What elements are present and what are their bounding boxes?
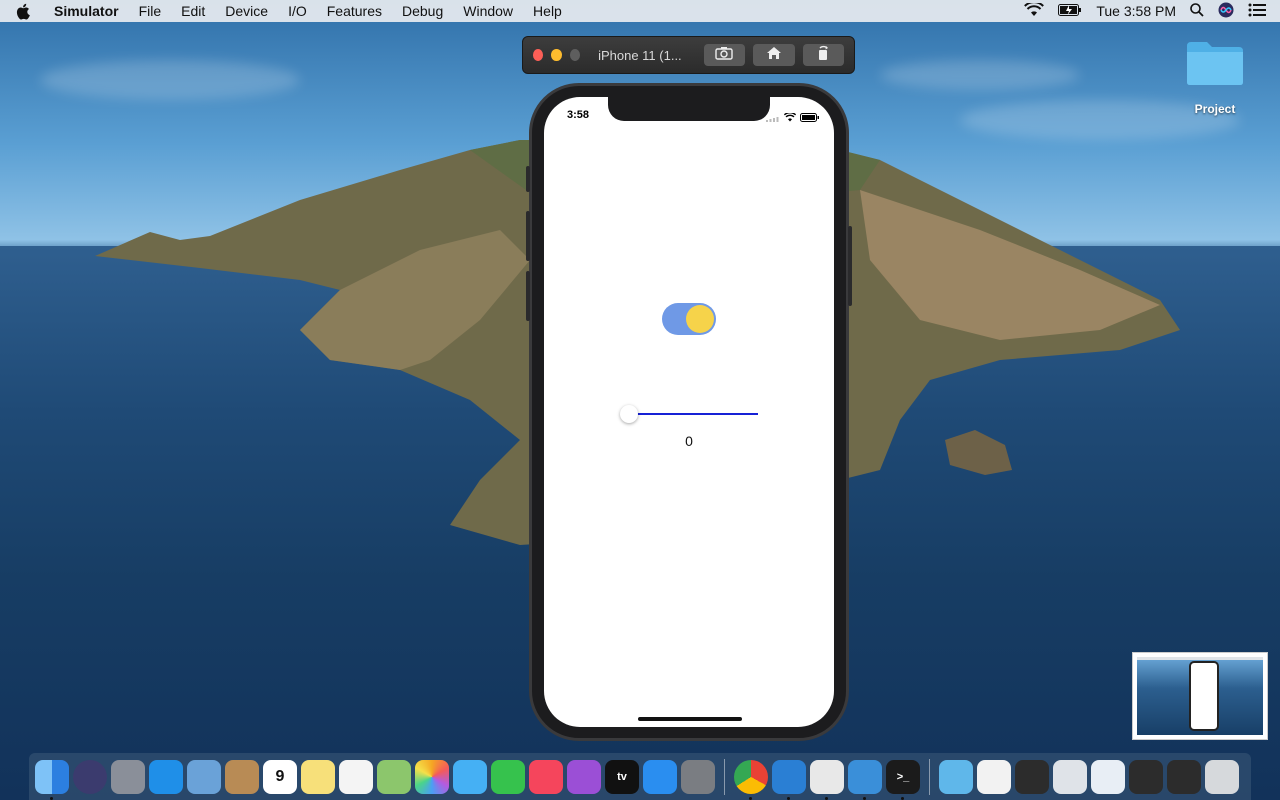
dock-app-launchpad[interactable]	[111, 759, 145, 794]
dock-app-chrome[interactable]	[734, 759, 768, 800]
status-bar-time: 3:58	[567, 109, 590, 121]
menu-file[interactable]: File	[129, 0, 172, 22]
dock-app-system-preferences[interactable]	[681, 759, 715, 794]
dock-app-safari[interactable]	[149, 759, 183, 794]
menu-features[interactable]: Features	[317, 0, 392, 22]
screenshot-button[interactable]	[703, 44, 746, 66]
home-button[interactable]	[753, 44, 795, 66]
dock-app-window-thumb-3[interactable]	[1091, 759, 1125, 794]
dock-app-maps[interactable]	[377, 759, 411, 794]
menu-app-name[interactable]: Simulator	[44, 0, 129, 22]
dock-app-folder-stack[interactable]	[939, 759, 973, 794]
dock-app-app-store[interactable]	[643, 759, 677, 794]
dock-app-podcasts[interactable]	[567, 759, 601, 794]
dock-app-textedit[interactable]	[810, 759, 844, 800]
calendar-icon: 9	[275, 767, 285, 785]
menu-help[interactable]: Help	[523, 0, 572, 22]
dock-app-window-thumb-5[interactable]	[1167, 759, 1201, 794]
screenshot-thumbnail[interactable]	[1132, 652, 1268, 740]
apple-menu-icon[interactable]	[0, 3, 44, 20]
dock-app-window-thumb-1[interactable]	[1015, 759, 1049, 794]
dock-app-facetime[interactable]	[491, 759, 525, 794]
home-indicator[interactable]	[638, 717, 742, 721]
slider-value-label: 0	[685, 433, 693, 449]
dock-app-apple-tv[interactable]: tv	[605, 759, 639, 794]
dock-app-notes[interactable]	[301, 759, 335, 794]
toggle-switch[interactable]	[662, 303, 716, 335]
menu-window[interactable]: Window	[453, 0, 523, 22]
desktop-folder-project[interactable]: Project	[1180, 38, 1250, 116]
dock-app-vscode[interactable]	[772, 759, 806, 800]
toggle-knob	[686, 305, 714, 333]
dock-separator	[724, 758, 725, 795]
terminal-icon: >_	[896, 770, 910, 783]
running-indicator	[863, 796, 866, 800]
running-indicator	[749, 796, 752, 800]
dock-app-contacts[interactable]	[225, 759, 259, 794]
dock-app-window-thumb-4[interactable]	[1129, 759, 1163, 794]
dock-app-messages[interactable]	[453, 759, 487, 794]
minimize-window-button[interactable]	[551, 49, 562, 61]
cellular-signal-icon	[766, 109, 780, 127]
simulator-window-title: iPhone 11 (1...	[598, 47, 682, 63]
dock-separator	[929, 758, 930, 795]
slider-track[interactable]	[630, 413, 758, 415]
close-window-button[interactable]	[533, 49, 544, 61]
screenshot-thumbnail-preview	[1137, 657, 1263, 735]
home-icon	[766, 46, 782, 65]
running-indicator	[50, 796, 53, 800]
menu-device[interactable]: Device	[215, 0, 278, 22]
dock-app-document[interactable]	[977, 759, 1011, 794]
dock-app-xcode[interactable]	[848, 759, 882, 800]
menu-edit[interactable]: Edit	[171, 0, 215, 22]
phone-battery-icon	[800, 109, 820, 127]
menu-io[interactable]: I/O	[278, 0, 317, 22]
running-indicator	[901, 796, 904, 800]
battery-icon[interactable]	[1058, 3, 1082, 19]
rotate-icon	[815, 45, 831, 66]
spotlight-search-icon[interactable]	[1190, 2, 1204, 20]
dock-app-siri[interactable]	[73, 759, 107, 794]
dock-app-finder[interactable]	[35, 759, 69, 800]
iphone-screen[interactable]: 3:58 0	[544, 97, 834, 727]
zoom-window-button[interactable]	[569, 49, 581, 61]
dock-app-window-thumb-2[interactable]	[1053, 759, 1087, 794]
wifi-icon[interactable]	[1024, 0, 1045, 20]
running-indicator	[787, 796, 790, 800]
menubar-clock[interactable]: Tue 3:58 PM	[1096, 3, 1176, 19]
notch	[608, 97, 770, 121]
simulator-toolbar[interactable]: iPhone 11 (1...	[522, 36, 855, 74]
siri-icon[interactable]	[1218, 2, 1234, 21]
notification-center-icon[interactable]	[1248, 3, 1266, 20]
dock-app-calendar[interactable]: 9	[263, 759, 297, 794]
dock-app-mail-bird[interactable]	[187, 759, 221, 794]
menu-debug[interactable]: Debug	[392, 0, 453, 22]
menu-bar: Simulator File Edit Device I/O Features …	[0, 0, 1280, 22]
dock-app-reminders[interactable]	[339, 759, 373, 794]
dock: 9 tv >_	[29, 753, 1251, 800]
dock-app-trash[interactable]	[1205, 759, 1239, 794]
dock-app-photos[interactable]	[415, 759, 449, 794]
folder-label: Project	[1194, 102, 1236, 116]
screenshot-icon	[715, 46, 734, 65]
status-bar-icons	[766, 109, 820, 127]
running-indicator	[825, 796, 828, 800]
phone-wifi-icon	[783, 109, 797, 127]
slider-thumb[interactable]	[620, 405, 638, 423]
dock-app-terminal[interactable]: >_	[886, 759, 920, 800]
folder-icon	[1185, 38, 1245, 86]
dock-app-music[interactable]	[529, 759, 563, 794]
rotate-button[interactable]	[802, 44, 844, 66]
apple-tv-icon: tv	[617, 770, 627, 783]
